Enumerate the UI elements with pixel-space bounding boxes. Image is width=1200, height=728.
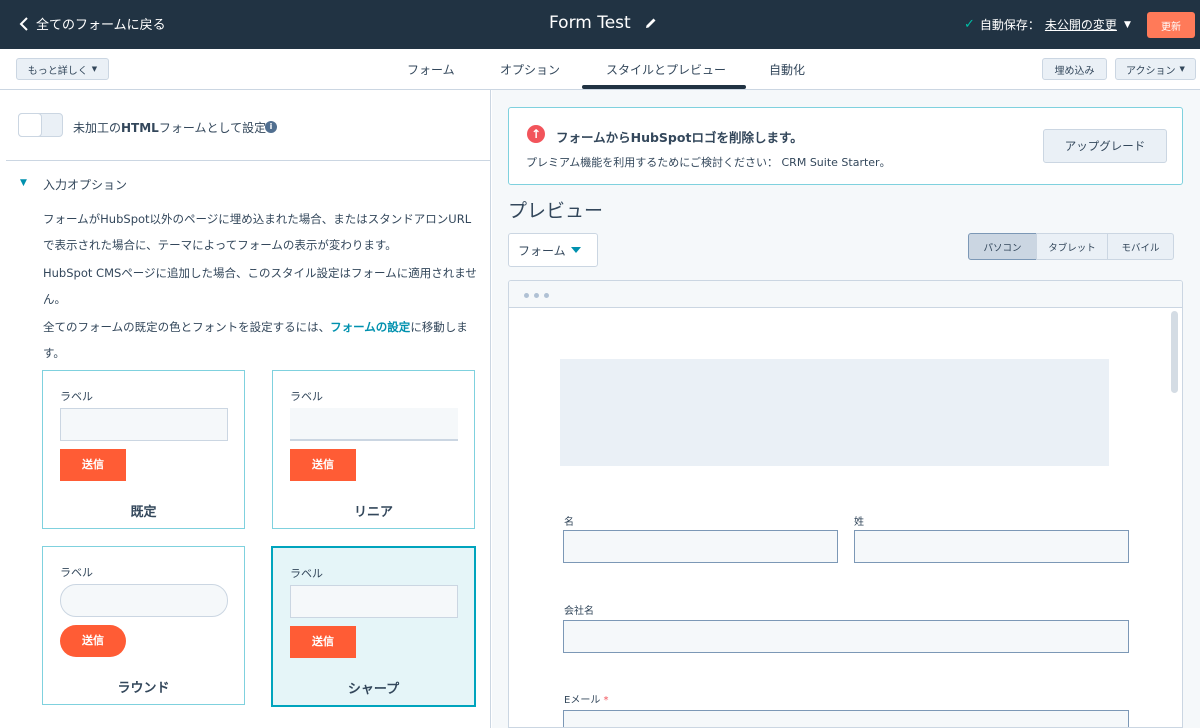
card-sample-input: [60, 408, 228, 441]
style-card-linear[interactable]: ラベル 送信 リニア: [272, 370, 475, 529]
style-options-panel: 未加工のHTMLフォームとして設定 i ▼ 入力オプション フォームがHubSp…: [0, 90, 491, 728]
chevron-down-icon[interactable]: ▼: [20, 178, 27, 188]
raw-html-bold: HTML: [121, 121, 159, 135]
tab-bar: もっと詳しく ▼ フォーム オプション スタイルとプレビュー 自動化 埋め込み …: [0, 49, 1200, 90]
raw-html-suffix: フォームとして設定: [158, 121, 267, 135]
form-settings-link[interactable]: フォームの設定: [330, 320, 410, 334]
description-paragraph: HubSpot CMSページに追加した場合、このスタイル設定はフォームに適用され…: [43, 266, 477, 306]
tab-form[interactable]: フォーム: [407, 61, 455, 78]
description-paragraph: 全てのフォームの既定の色とフォントを設定するには、フォームの設定に移動します。: [43, 314, 478, 366]
autosave-status[interactable]: ✓ 自動保存： 未公開の変更 ▼: [964, 16, 1131, 33]
para3-prefix: 全てのフォームの既定の色とフォントを設定するには、: [43, 320, 331, 334]
card-field-label: ラベル: [60, 390, 93, 403]
tab-options[interactable]: オプション: [500, 61, 560, 78]
check-icon: ✓: [964, 17, 975, 32]
email-input[interactable]: [563, 710, 1129, 727]
card-field-label: ラベル: [60, 566, 93, 579]
card-sample-submit: 送信: [60, 449, 126, 481]
more-details-button[interactable]: もっと詳しく ▼: [16, 58, 109, 80]
form-header-placeholder: [560, 359, 1109, 466]
device-toggle-group: パソコン タブレット モバイル: [968, 233, 1174, 260]
card-sample-submit: 送信: [60, 625, 126, 657]
chevron-left-icon: [19, 16, 28, 31]
window-dot-icon: [544, 293, 549, 298]
card-sample-input: [290, 585, 458, 618]
info-icon[interactable]: i: [265, 121, 277, 133]
window-dot-icon: [524, 293, 529, 298]
caret-down-icon: ▼: [1179, 65, 1185, 73]
active-tab-indicator: [582, 85, 746, 89]
card-sample-input: [290, 408, 458, 441]
browser-bar: [509, 281, 1182, 308]
input-options-heading[interactable]: 入力オプション: [43, 176, 127, 193]
device-desktop-button[interactable]: パソコン: [968, 233, 1037, 260]
email-label-text: Eメール: [564, 695, 601, 706]
first-name-label: 名: [564, 517, 574, 528]
toggle-knob: [18, 113, 42, 137]
card-sample-submit: 送信: [290, 626, 356, 658]
card-sample-submit: 送信: [290, 449, 356, 481]
tab-style-preview[interactable]: スタイルとプレビュー: [606, 61, 726, 78]
autosave-prefix: 自動保存：: [979, 18, 1040, 32]
company-label: 会社名: [564, 606, 594, 617]
style-card-round[interactable]: ラベル 送信 ラウンド: [42, 546, 245, 705]
form-title-text: Form Test: [549, 13, 631, 33]
card-field-label: ラベル: [290, 390, 323, 403]
upgrade-button[interactable]: アップグレード: [1043, 129, 1167, 163]
actions-label: アクション: [1126, 65, 1176, 77]
tab-automation[interactable]: 自動化: [769, 61, 805, 78]
browser-preview-frame: 名 姓 会社名 Eメール *: [508, 280, 1183, 728]
upgrade-banner: ↑ フォームからHubSpotロゴを削除します。 プレミアム機能を利用するために…: [508, 107, 1183, 185]
first-name-input[interactable]: [563, 530, 838, 563]
caret-down-icon: [570, 247, 581, 253]
window-dot-icon: [534, 293, 539, 298]
form-select-dropdown[interactable]: フォーム: [508, 233, 598, 267]
more-details-label: もっと詳しく: [27, 65, 88, 77]
form-title: Form Test: [549, 13, 657, 33]
preview-heading: プレビュー: [508, 200, 604, 222]
raw-html-toggle[interactable]: [18, 113, 63, 137]
card-style-name: リニア: [353, 505, 393, 520]
actions-button[interactable]: アクション ▼: [1115, 58, 1196, 80]
form-select-value: フォーム: [518, 243, 566, 258]
pencil-icon[interactable]: [645, 17, 657, 29]
required-mark: *: [603, 695, 609, 706]
style-card-default[interactable]: ラベル 送信 既定: [42, 370, 245, 529]
divider: [6, 160, 491, 161]
description-paragraph: フォームがHubSpot以外のページに埋め込まれた場合、またはスタンドアロンUR…: [43, 212, 472, 252]
card-style-name: シャープ: [347, 682, 400, 697]
style-card-sharp[interactable]: ラベル 送信 シャープ: [271, 546, 476, 707]
card-field-label: ラベル: [290, 567, 323, 580]
back-to-forms-link[interactable]: 全てのフォームに戻る: [18, 14, 166, 33]
raw-html-prefix: 未加工の: [73, 121, 122, 135]
email-label: Eメール *: [564, 691, 609, 706]
preview-scrollbar[interactable]: [1171, 311, 1178, 393]
card-sample-input: [60, 584, 228, 617]
device-mobile-button[interactable]: モバイル: [1107, 233, 1174, 260]
update-button[interactable]: 更新: [1147, 12, 1195, 38]
caret-down-icon: ▼: [91, 65, 98, 73]
arrow-up-icon: ↑: [527, 125, 545, 143]
device-tablet-button[interactable]: タブレット: [1036, 233, 1108, 260]
company-input[interactable]: [563, 620, 1129, 653]
top-header: 全てのフォームに戻る Form Test ✓ 自動保存： 未公開の変更 ▼ 更新: [0, 0, 1200, 49]
upgrade-title: フォームからHubSpotロゴを削除します。: [556, 130, 803, 145]
card-style-name: ラウンド: [117, 681, 170, 696]
upgrade-description: プレミアム機能を利用するためにご検討ください： CRM Suite Starte…: [526, 156, 891, 169]
preview-panel: ↑ フォームからHubSpotロゴを削除します。 プレミアム機能を利用するために…: [492, 90, 1200, 728]
raw-html-label: 未加工のHTMLフォームとして設定: [73, 119, 266, 136]
last-name-input[interactable]: [854, 530, 1129, 563]
embed-button[interactable]: 埋め込み: [1042, 58, 1107, 80]
last-name-label: 姓: [854, 517, 864, 528]
caret-down-icon: ▼: [1123, 19, 1131, 30]
unpublished-changes-link[interactable]: 未公開の変更: [1045, 16, 1117, 33]
card-style-name: 既定: [130, 505, 157, 520]
back-link-label: 全てのフォームに戻る: [36, 18, 166, 33]
